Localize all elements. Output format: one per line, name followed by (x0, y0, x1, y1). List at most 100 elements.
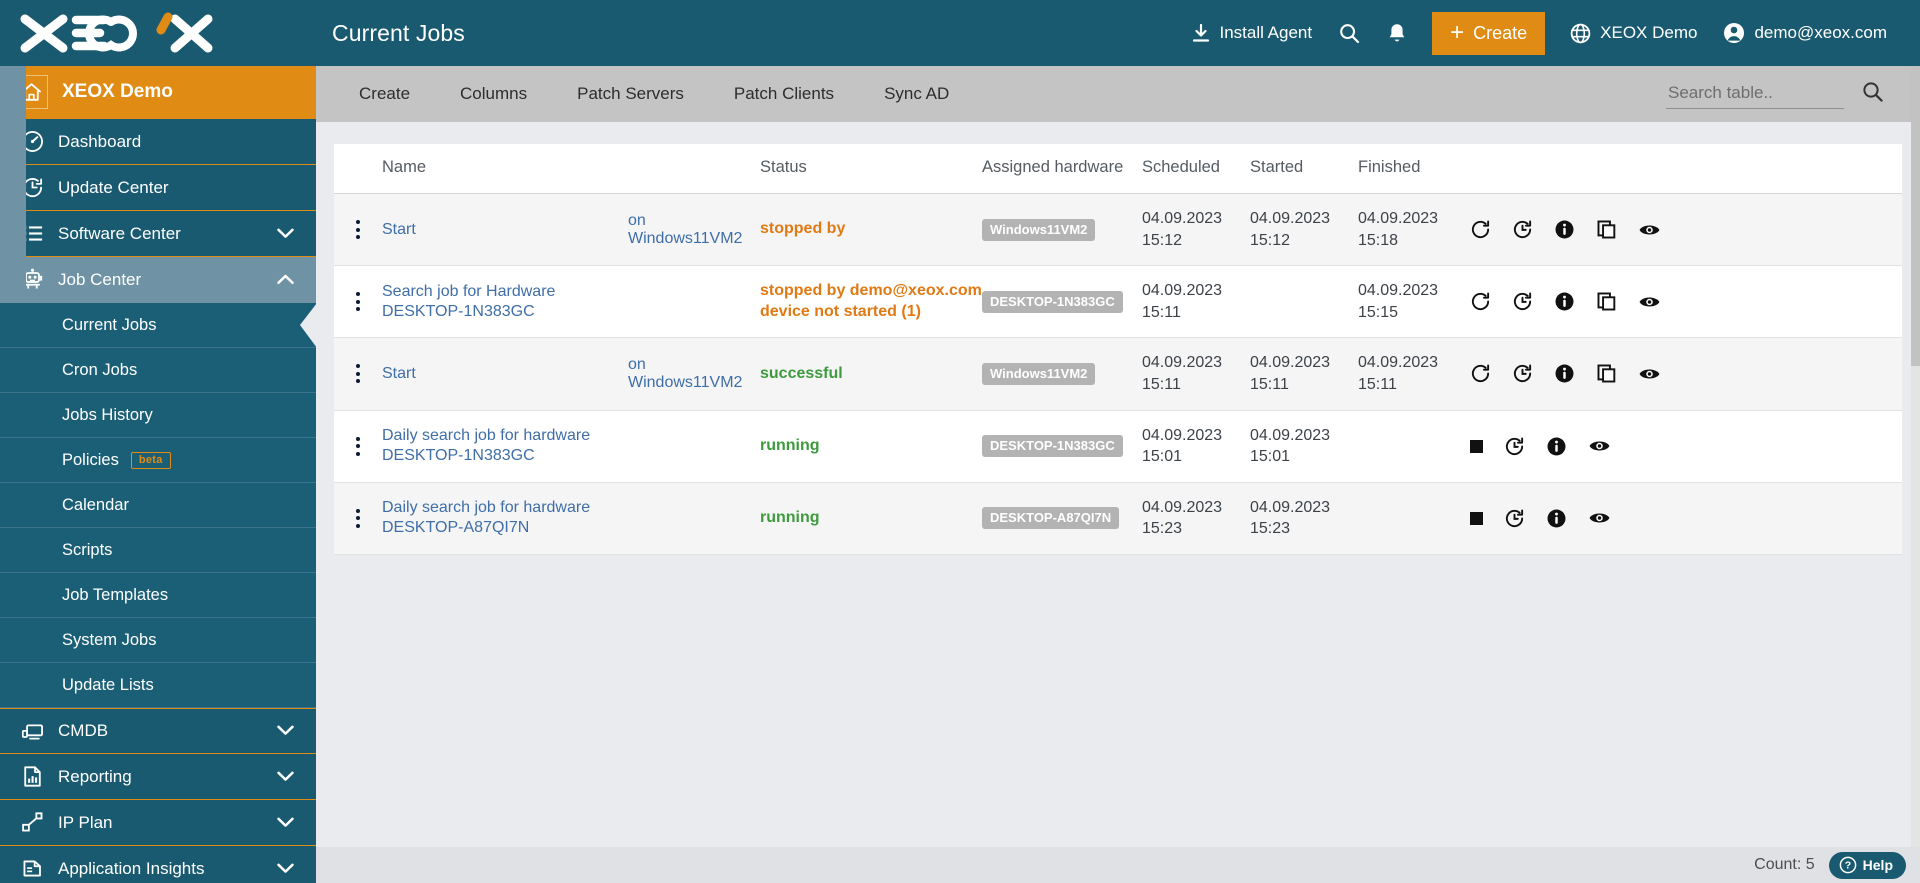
th-started[interactable]: Started (1250, 144, 1358, 194)
hardware-badge[interactable]: DESKTOP-1N383GC (982, 290, 1123, 313)
sidebar-item-label: Dashboard (58, 131, 142, 151)
user-menu[interactable]: demo@xeox.com (1710, 0, 1900, 66)
page-scrollbar[interactable] (1911, 66, 1920, 883)
search-icon[interactable] (1862, 81, 1884, 108)
sidebar-item-jobs-history[interactable]: Jobs History (0, 393, 316, 438)
sidebar-item-update-center[interactable]: Update Center (0, 165, 316, 211)
sidebar-item-update-lists[interactable]: Update Lists (0, 663, 316, 708)
chevron-down-icon[interactable] (277, 224, 294, 244)
copy-icon[interactable] (1596, 291, 1617, 312)
th-scheduled[interactable]: Scheduled (1142, 144, 1250, 194)
sidebar-item-label: Software Center (58, 223, 181, 243)
table-row[interactable]: Daily search job for hardware DESKTOP-A8… (334, 482, 1902, 555)
sidebar-item-reporting[interactable]: Reporting (0, 754, 316, 800)
th-name[interactable]: Name (382, 144, 628, 194)
page-scrollbar-thumb[interactable] (1911, 66, 1920, 366)
chevron-down-icon[interactable] (277, 859, 294, 879)
sidebar-item-scripts[interactable]: Scripts (0, 528, 316, 573)
tenant-switcher[interactable]: XEOX Demo (1557, 0, 1710, 66)
sidebar-item-cmdb[interactable]: CMDB (0, 708, 316, 754)
row-kebab-menu-icon[interactable] (352, 436, 382, 456)
job-name-link[interactable]: Daily search job for hardware DESKTOP-1N… (382, 426, 628, 466)
view-eye-icon[interactable] (1638, 364, 1661, 384)
sidebar-item-policies[interactable]: Policies beta (0, 438, 316, 483)
toolbar-columns[interactable]: Columns (435, 84, 552, 104)
restart-icon[interactable] (1470, 219, 1491, 240)
restart-icon[interactable] (1470, 291, 1491, 312)
row-name-cell: Daily search job for hardware DESKTOP-A8… (382, 482, 628, 555)
sidebar-item-job-templates[interactable]: Job Templates (0, 573, 316, 618)
xeox-logo[interactable] (0, 0, 320, 66)
toolbar-patch-clients[interactable]: Patch Clients (709, 84, 859, 104)
table-row[interactable]: Start on Windows11VM2 successful Windows… (334, 337, 1902, 411)
info-icon[interactable] (1554, 363, 1575, 384)
view-eye-icon[interactable] (1638, 292, 1661, 312)
reschedule-clock-icon[interactable] (1504, 436, 1525, 457)
row-kebab-menu-icon[interactable] (352, 364, 382, 384)
reschedule-clock-icon[interactable] (1512, 363, 1533, 384)
copy-icon[interactable] (1596, 363, 1617, 384)
chevron-down-icon[interactable] (277, 767, 294, 787)
chevron-up-icon[interactable] (277, 270, 294, 290)
th-status[interactable]: Status (760, 144, 982, 194)
started-time: 15:01 (1250, 448, 1291, 466)
chevron-down-icon[interactable] (277, 721, 294, 741)
document-icon (19, 857, 45, 880)
toolbar-patch-servers[interactable]: Patch Servers (552, 84, 709, 104)
view-eye-icon[interactable] (1588, 436, 1611, 456)
sidebar-item-system-jobs[interactable]: System Jobs (0, 618, 316, 663)
sidebar-item-calendar[interactable]: Calendar (0, 483, 316, 528)
copy-icon[interactable] (1596, 219, 1617, 240)
job-name-link[interactable]: Start (382, 220, 628, 240)
finished-time: 15:18 (1358, 231, 1399, 249)
view-eye-icon[interactable] (1588, 508, 1611, 528)
search-input[interactable] (1666, 79, 1844, 109)
job-name-link[interactable]: Search job for Hardware DESKTOP-1N383GC (382, 282, 628, 322)
job-name-link[interactable]: Daily search job for hardware DESKTOP-A8… (382, 498, 628, 538)
global-search-button[interactable] (1325, 0, 1374, 66)
th-finished[interactable]: Finished (1358, 144, 1470, 194)
table-row[interactable]: Daily search job for hardware DESKTOP-1N… (334, 410, 1902, 483)
hardware-badge[interactable]: Windows11VM2 (982, 218, 1096, 241)
table-row[interactable]: Search job for Hardware DESKTOP-1N383GC … (334, 265, 1902, 339)
restart-icon[interactable] (1470, 363, 1491, 384)
sidebar-item-application-insights[interactable]: Application Insights (0, 846, 316, 883)
reschedule-clock-icon[interactable] (1504, 508, 1525, 529)
hardware-badge[interactable]: Windows11VM2 (982, 362, 1096, 385)
table-row[interactable]: Start on Windows11VM2 stopped by Windows… (334, 193, 1902, 267)
sidebar-item-software-center[interactable]: Software Center (0, 211, 316, 257)
row-kebab-menu-icon[interactable] (352, 292, 382, 312)
row-kebab-menu-icon[interactable] (352, 508, 382, 528)
install-agent-button[interactable]: Install Agent (1179, 0, 1325, 66)
sidebar-item-job-center[interactable]: Job Center (0, 257, 316, 303)
row-finished-cell (1358, 482, 1470, 555)
reschedule-clock-icon[interactable] (1512, 219, 1533, 240)
info-icon[interactable] (1554, 219, 1575, 240)
toolbar-create[interactable]: Create (334, 84, 435, 104)
sidebar-item-label: Application Insights (58, 858, 205, 878)
row-kebab-menu-icon[interactable] (352, 220, 382, 240)
view-eye-icon[interactable] (1638, 220, 1661, 240)
help-button[interactable]: ? Help (1828, 851, 1906, 879)
th-hardware[interactable]: Assigned hardware (982, 144, 1142, 194)
sidebar-item-cron-jobs[interactable]: Cron Jobs (0, 348, 316, 393)
reschedule-clock-icon[interactable] (1512, 291, 1533, 312)
sidebar-tenant-header[interactable]: XEOX Demo (0, 66, 316, 118)
sidebar-item-current-jobs[interactable]: Current Jobs (0, 303, 316, 348)
scheduled-time: 15:12 (1142, 231, 1183, 249)
info-icon[interactable] (1546, 436, 1567, 457)
toolbar-sync-ad[interactable]: Sync AD (859, 84, 974, 104)
create-button[interactable]: + Create (1432, 11, 1546, 55)
job-name-link[interactable]: Start (382, 364, 628, 384)
chevron-down-icon[interactable] (277, 813, 294, 833)
stop-icon[interactable] (1470, 511, 1483, 525)
hardware-badge[interactable]: DESKTOP-A87QI7N (982, 507, 1120, 530)
sidebar-item-ip-plan[interactable]: IP Plan (0, 800, 316, 846)
hardware-badge[interactable]: DESKTOP-1N383GC (982, 435, 1123, 458)
info-icon[interactable] (1554, 291, 1575, 312)
info-icon[interactable] (1546, 508, 1567, 529)
row-name-cell: Start (382, 337, 628, 411)
sidebar-item-dashboard[interactable]: Dashboard (0, 119, 316, 165)
stop-icon[interactable] (1470, 439, 1483, 453)
notifications-button[interactable] (1374, 0, 1420, 66)
